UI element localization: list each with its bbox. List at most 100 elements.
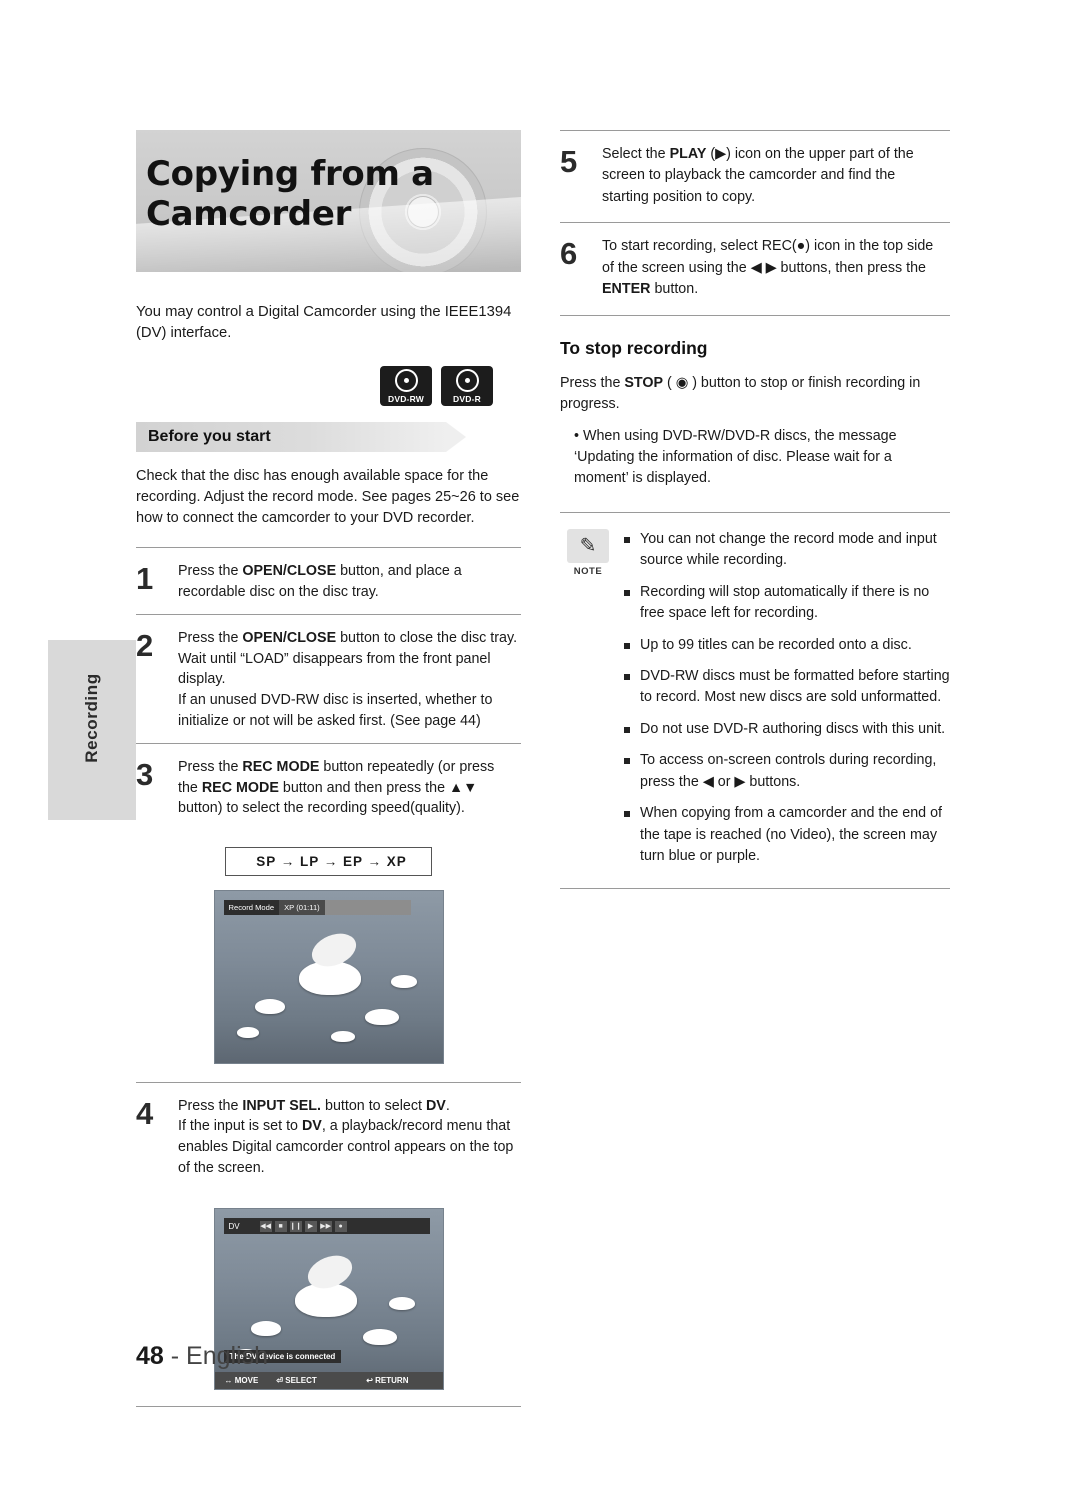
osd-transport-controls: ◀◀ ■ ❙❙ ▶ ▶▶ ●	[259, 1220, 347, 1232]
step-2: 2 Press the OPEN/CLOSE button to close t…	[136, 615, 521, 745]
osd-record-mode: Record Mode XP (01:11)	[223, 899, 411, 915]
page-title: Copying from a Camcorder	[146, 154, 434, 234]
rec-mode-chain-label: SP → LP → EP → XP	[256, 853, 407, 869]
step-line: To start recording, select REC(●) icon i…	[602, 238, 934, 255]
step-line: of the screen.	[178, 1159, 265, 1176]
osd-label: Record Mode	[223, 899, 280, 915]
note-item: DVD-RW discs must be formatted before st…	[622, 666, 950, 709]
disc-ring-icon	[394, 369, 418, 392]
note-icon-group: ✎ NOTE	[560, 528, 616, 878]
step-4: 4 Press the INPUT SEL. button to select …	[136, 1083, 521, 1190]
pencil-icon: ✎	[567, 528, 609, 563]
page-number: 48	[136, 1342, 164, 1370]
note-item: Up to 99 titles can be recorded onto a d…	[622, 635, 950, 656]
step-number: 3	[136, 757, 154, 793]
step-line: If an unused DVD-RW disc is inserted, wh…	[178, 691, 493, 708]
note-item: Do not use DVD-R authoring discs with th…	[622, 719, 950, 740]
bird-shape	[250, 1321, 281, 1337]
step-line: enables Digital camcorder control appear…	[178, 1138, 514, 1155]
page-language: English	[186, 1342, 269, 1370]
step-text: Select the PLAY (▶) icon on the upper pa…	[602, 144, 914, 208]
badge-dvd-r: DVD-R	[441, 366, 493, 406]
pause-icon[interactable]: ❙❙	[289, 1220, 302, 1232]
footer-select: ⏎ SELECT	[276, 1376, 317, 1386]
title-banner: Copying from a Camcorder	[136, 130, 521, 272]
stop-icon[interactable]: ■	[274, 1220, 287, 1232]
note-item: To access on-screen controls during reco…	[622, 750, 950, 793]
step-line: recordable disc on the disc tray.	[178, 583, 379, 600]
osd-dv-label: DV	[228, 1221, 240, 1231]
disc-badges: DVD-RW DVD-R	[136, 366, 521, 406]
bird-shape	[236, 1026, 259, 1038]
step-number: 2	[136, 628, 154, 664]
stop-recording-body: Press the STOP ( ◉ ) button to stop or f…	[560, 374, 921, 413]
step-line: If the input is set to DV, a playback/re…	[178, 1118, 511, 1135]
note-caption: NOTE	[573, 565, 603, 577]
step-number: 5	[560, 144, 578, 179]
bird-shape	[388, 1297, 415, 1311]
disc-ring-icon	[455, 369, 479, 392]
step-text: Press the INPUT SEL. button to select DV…	[178, 1096, 513, 1178]
section-header-label: Before you start	[148, 428, 271, 445]
step-line: starting position to copy.	[602, 188, 756, 205]
badge-label: DVD-R	[453, 394, 481, 404]
screenshot-record-mode: Record Mode XP (01:11)	[213, 889, 444, 1064]
badge-label: DVD-RW	[388, 394, 424, 404]
step-line: Wait until “LOAD” disappears from the fr…	[178, 650, 491, 688]
step-3: 3 Press the REC MODE button repeatedly (…	[136, 744, 521, 831]
step-line: ENTER button.	[602, 281, 699, 298]
note-item: You can not change the record mode and i…	[622, 529, 950, 572]
divider	[136, 1406, 521, 1408]
step-1: 1 Press the OPEN/CLOSE button, and place…	[136, 548, 521, 616]
rewind-icon[interactable]: ◀◀	[259, 1220, 272, 1232]
play-icon[interactable]: ▶	[304, 1220, 317, 1232]
fast-forward-icon[interactable]: ▶▶	[319, 1220, 332, 1232]
step-number: 4	[136, 1095, 154, 1131]
step-line: of the screen using the ◀ ▶ buttons, the…	[602, 259, 927, 276]
subheading-to-stop-recording: To stop recording	[560, 337, 708, 358]
left-column: Copying from a Camcorder You may control…	[136, 130, 521, 1408]
badge-dvd-rw: DVD-RW	[380, 366, 432, 406]
bird-shape	[254, 998, 285, 1014]
osd-dv-footer: ↔ MOVE ⏎ SELECT ↩ RETURN	[214, 1372, 443, 1390]
bird-shape	[362, 1329, 397, 1346]
rec-mode-chain: SP → LP → EP → XP	[225, 846, 432, 876]
page-footer: 48 - English	[136, 1342, 268, 1371]
note-block: ✎ NOTE You can not change the record mod…	[560, 511, 950, 878]
intro-text: You may control a Digital Camcorder usin…	[136, 304, 512, 341]
before-you-start-body: Check that the disc has enough available…	[136, 468, 520, 527]
side-tab-label: Recording	[82, 673, 101, 763]
step-line: screen to playback the camcorder and fin…	[602, 167, 896, 184]
osd-value: XP (01:11)	[279, 899, 325, 915]
footer-separator: -	[170, 1342, 187, 1370]
step-text: Press the OPEN/CLOSE button to close the…	[178, 628, 521, 731]
section-header-before-you-start: Before you start	[136, 422, 466, 452]
footer-move: ↔ MOVE	[224, 1376, 259, 1386]
step-line: button) to select the recording speed(qu…	[178, 800, 465, 817]
step-number: 6	[560, 236, 578, 272]
step-6: 6 To start recording, select REC(●) icon…	[560, 223, 950, 316]
step-line: the REC MODE button and then press the ▲…	[178, 779, 478, 796]
stop-recording-bullet: • When using DVD-RW/DVD-R discs, the mes…	[574, 427, 897, 487]
step-line: Press the INPUT SEL. button to select DV…	[178, 1097, 450, 1114]
note-item: Recording will stop automatically if the…	[622, 582, 950, 625]
step-5: 5 Select the PLAY (▶) icon on the upper …	[560, 131, 950, 224]
note-list: You can not change the record mode and i…	[616, 529, 950, 878]
footer-return: ↩ RETURN	[366, 1376, 409, 1386]
manual-page: Recording Copying from a Camcorder You m…	[0, 0, 1080, 1487]
step-line: Press the REC MODE button repeatedly (or…	[178, 759, 495, 776]
bird-shape	[364, 1008, 399, 1025]
osd-spacer	[324, 899, 411, 915]
step-line: Press the OPEN/CLOSE button, and place a	[178, 563, 462, 580]
step-line: Select the PLAY (▶) icon on the upper pa…	[602, 146, 914, 162]
step-text: Press the OPEN/CLOSE button, and place a…	[178, 561, 462, 602]
record-icon[interactable]: ●	[334, 1220, 347, 1232]
step-line: Press the OPEN/CLOSE button to close the…	[178, 630, 518, 647]
side-tab-recording: Recording	[48, 640, 136, 820]
right-column: 5 Select the PLAY (▶) icon on the upper …	[560, 130, 950, 889]
osd-dv-transport-bar: DV ◀◀ ■ ❙❙ ▶ ▶▶ ●	[223, 1218, 430, 1235]
step-line: initialize or not will be asked first. (…	[178, 712, 481, 729]
divider	[560, 887, 950, 889]
step-text: Press the REC MODE button repeatedly (or…	[178, 757, 494, 819]
bird-shape	[390, 974, 417, 988]
